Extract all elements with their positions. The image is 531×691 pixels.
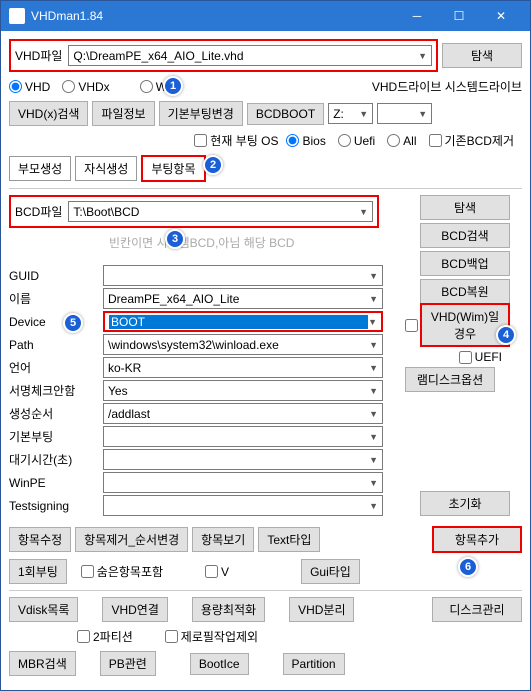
disk-mgmt-button[interactable]: 디스크관리 [432,597,522,622]
vhd-split-button[interactable]: VHD분리 [289,597,354,622]
chevron-down-icon: ▼ [369,432,378,442]
sigcheck-label: 서명체크안함 [9,382,97,399]
edit-item-button[interactable]: 항목수정 [9,527,71,552]
radio-all[interactable]: All [387,134,416,148]
zero-exclude-check[interactable]: 제로필작업제외 [165,628,258,645]
current-os-check[interactable]: 현재 부팅 OS [194,132,278,149]
titlebar: VHDman1.84 ─ ☐ ✕ [1,1,530,31]
view-item-button[interactable]: 항목보기 [192,527,254,552]
window-title: VHDman1.84 [31,9,396,23]
bcdfile-combo[interactable]: T:\Boot\BCD ▼ [68,201,373,222]
chevron-down-icon: ▼ [369,363,378,373]
winpe-combo[interactable]: ▼ [103,472,383,493]
sigcheck-combo[interactable]: Yes▼ [103,380,383,401]
vhd-wim-check[interactable] [405,319,418,332]
chevron-down-icon: ▼ [418,51,427,61]
text-type-button[interactable]: Text타입 [258,527,320,552]
two-partition-check[interactable]: 2파티션 [77,628,133,645]
basic-boot-change-button[interactable]: 기본부팅변경 [159,101,243,126]
testsigning-combo[interactable]: ▼ [103,495,383,516]
annotation-6: 6 [458,557,478,577]
chevron-down-icon: ▼ [359,109,368,119]
drive-label: VHD드라이브 시스템드라이브 [372,78,522,95]
vhdfile-label: VHD파일 [15,47,62,64]
basic-boot-combo[interactable]: ▼ [103,426,383,447]
minimize-button[interactable]: ─ [396,1,438,31]
vhd-search-button[interactable]: VHD(x)검색 [9,101,88,126]
hidden-include-check[interactable]: 숨은항목포함 [81,563,163,580]
annotation-4: 4 [496,325,516,345]
radio-vhd[interactable]: VHD [9,80,50,94]
lang-combo[interactable]: ko-KR▼ [103,357,383,378]
vhd-wim-button[interactable]: VHD(Wim)일 경우 [420,303,510,347]
radio-vhdx[interactable]: VHDx [62,80,109,94]
tab-child[interactable]: 자식생성 [75,156,137,181]
bcdboot-button[interactable]: BCDBOOT [247,103,324,125]
bcdfile-label: BCD파일 [15,203,62,220]
name-combo[interactable]: DreamPE_x64_AIO_Lite▼ [103,288,383,309]
mbr-search-button[interactable]: MBR검색 [9,651,76,676]
wait-label: 대기시간(초) [9,451,97,468]
guid-label: GUID [9,269,97,283]
chevron-down-icon: ▼ [369,478,378,488]
vhdfile-value: Q:\DreamPE_x64_AIO_Lite.vhd [73,49,418,63]
vhdfile-combo[interactable]: Q:\DreamPE_x64_AIO_Lite.vhd ▼ [68,45,432,66]
close-button[interactable]: ✕ [480,1,522,31]
basic-boot-label: 기본부팅 [9,428,97,445]
app-icon [9,8,25,24]
order-label: 생성순서 [9,405,97,422]
lang-label: 언어 [9,359,97,376]
tab-parent[interactable]: 부모생성 [9,156,71,181]
testsigning-label: Testsigning [9,499,97,513]
chevron-down-icon: ▼ [369,409,378,419]
gui-type-button[interactable]: Gui타입 [301,559,360,584]
chevron-down-icon: ▼ [369,455,378,465]
pb-rel-button[interactable]: PB관련 [100,651,156,676]
browse-vhd-button[interactable]: 탐색 [442,43,522,68]
annotation-1: 1 [163,76,183,96]
order-combo[interactable]: /addlast▼ [103,403,383,424]
device-combo[interactable]: BOOT▼ [103,311,383,332]
radio-uefi[interactable]: Uefi [338,134,375,148]
system-drive-combo[interactable]: ▼ [377,103,432,124]
capacity-opt-button[interactable]: 용량최적화 [192,597,265,622]
annotation-2: 2 [203,155,223,175]
partition-button[interactable]: Partition [283,653,345,675]
tab-boot-items[interactable]: 부팅항목 [141,155,205,182]
existing-bcd-check[interactable]: 기존BCD제거 [429,132,515,149]
chevron-down-icon: ▼ [369,340,378,350]
chevron-down-icon: ▼ [369,501,378,511]
ramdisk-button[interactable]: 램디스크옵션 [405,367,495,392]
v-check[interactable]: V [205,565,229,579]
remove-order-button[interactable]: 항목제거_순서변경 [75,527,188,552]
file-info-button[interactable]: 파일정보 [92,101,154,126]
name-label: 이름 [9,290,97,307]
radio-bios[interactable]: Bios [286,134,325,148]
add-item-button[interactable]: 항목추가 [432,526,522,553]
annotation-5: 5 [63,313,83,333]
annotation-3: 3 [165,229,185,249]
uefi-check[interactable]: UEFI [405,350,502,364]
path-label: Path [9,338,97,352]
vhd-connect-button[interactable]: VHD연결 [102,597,167,622]
drive-z-combo[interactable]: Z:▼ [328,103,373,124]
chevron-down-icon: ▼ [369,294,378,304]
chevron-down-icon: ▼ [368,317,377,327]
winpe-label: WinPE [9,476,97,490]
device-label: Device 5 [9,315,97,329]
chevron-down-icon: ▼ [359,207,368,217]
wait-combo[interactable]: ▼ [103,449,383,470]
one-boot-button[interactable]: 1회부팅 [9,559,67,584]
vdisk-list-button[interactable]: Vdisk목록 [9,597,78,622]
chevron-down-icon: ▼ [369,386,378,396]
path-combo[interactable]: \windows\system32\winload.exe▼ [103,334,383,355]
bootice-button[interactable]: BootIce [190,653,249,675]
chevron-down-icon: ▼ [418,109,427,119]
maximize-button[interactable]: ☐ [438,1,480,31]
init-button[interactable]: 초기화 [420,491,510,516]
chevron-down-icon: ▼ [369,271,378,281]
guid-combo[interactable]: ▼ [103,265,383,286]
